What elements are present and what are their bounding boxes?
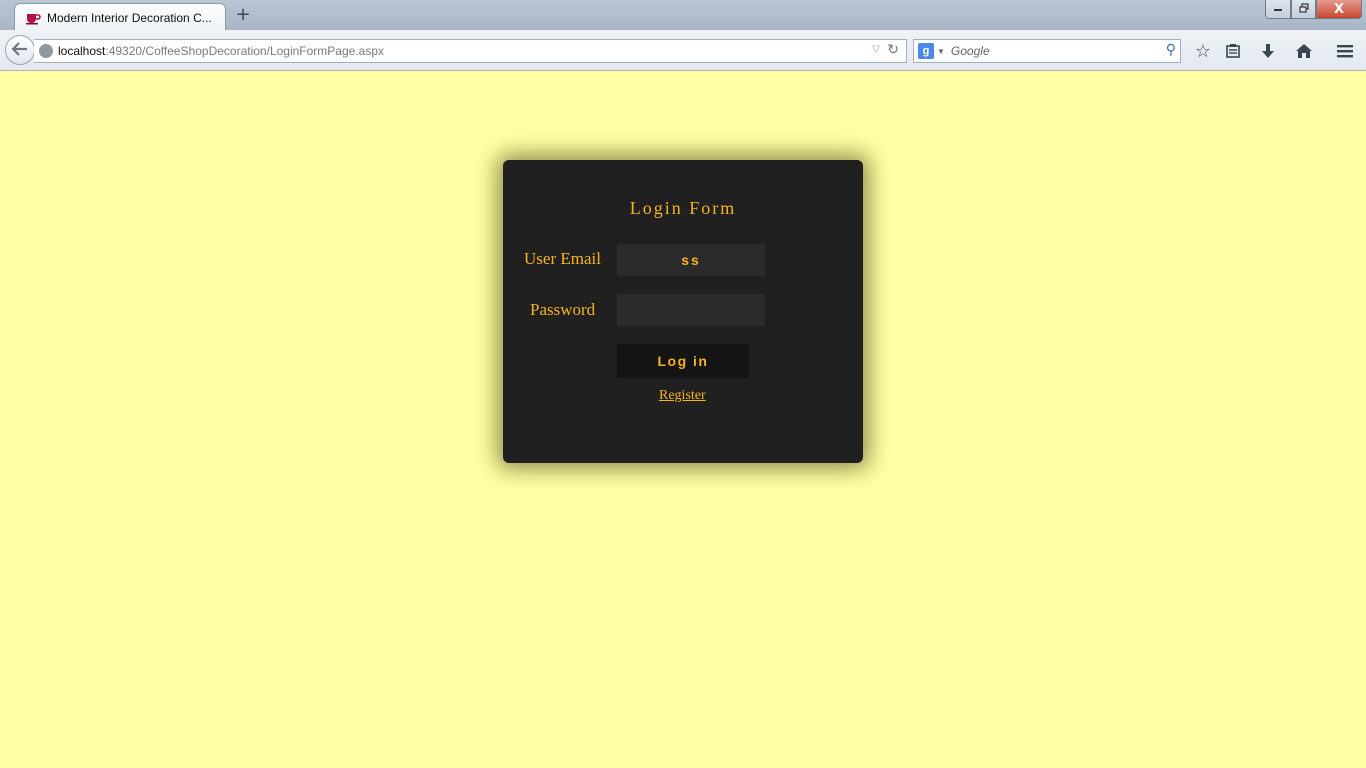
search-placeholder: Google bbox=[950, 44, 990, 58]
home-icon[interactable] bbox=[1291, 38, 1317, 64]
close-button[interactable]: X bbox=[1316, 0, 1362, 19]
downloads-icon[interactable] bbox=[1255, 38, 1281, 64]
reading-list-icon[interactable] bbox=[1220, 38, 1246, 64]
address-bar[interactable]: localhost:49320/CoffeeShopDecoration/Log… bbox=[34, 39, 907, 63]
restore-button[interactable] bbox=[1291, 0, 1316, 19]
window-controls: X bbox=[1265, 0, 1362, 19]
restore-icon bbox=[1298, 2, 1309, 16]
minimize-button[interactable] bbox=[1265, 0, 1291, 19]
minimize-icon bbox=[1273, 3, 1283, 15]
user-email-label: User Email bbox=[524, 249, 601, 268]
google-engine-icon[interactable]: g bbox=[918, 43, 934, 59]
user-email-input[interactable] bbox=[617, 244, 765, 276]
url-text: localhost:49320/CoffeeShopDecoration/Log… bbox=[58, 44, 384, 58]
register-link[interactable]: Register bbox=[659, 388, 706, 404]
engine-dropdown-icon[interactable]: ▼ bbox=[937, 47, 945, 56]
search-magnifier-icon[interactable]: ⚲ bbox=[1166, 42, 1176, 58]
login-form-card: Login Form User Email Password Log in Re… bbox=[503, 160, 863, 463]
back-button[interactable] bbox=[5, 35, 35, 65]
bookmark-star-icon[interactable]: ☆ bbox=[1190, 38, 1216, 64]
login-button[interactable]: Log in bbox=[617, 344, 749, 378]
url-path: :49320/CoffeeShopDecoration/LoginFormPag… bbox=[105, 44, 385, 58]
new-tab-button[interactable]: + bbox=[234, 6, 252, 24]
url-host: localhost bbox=[58, 44, 106, 58]
coffee-cup-icon bbox=[25, 10, 41, 26]
reload-icon[interactable]: ↻ bbox=[887, 42, 899, 58]
menu-icon[interactable] bbox=[1332, 38, 1358, 64]
password-label: Password bbox=[530, 300, 596, 319]
back-arrow-icon bbox=[11, 41, 28, 60]
window-titlebar: Modern Interior Decoration C... + X bbox=[0, 0, 1366, 31]
browser-tab[interactable]: Modern Interior Decoration C... bbox=[14, 3, 226, 31]
search-bar[interactable]: g ▼ Google ⚲ bbox=[913, 39, 1181, 63]
tab-title: Modern Interior Decoration C... bbox=[47, 10, 212, 25]
globe-icon bbox=[39, 44, 53, 58]
password-input[interactable] bbox=[617, 294, 765, 326]
url-dropdown-icon[interactable]: ▽ bbox=[872, 44, 880, 55]
navigation-toolbar: localhost:49320/CoffeeShopDecoration/Log… bbox=[0, 30, 1366, 71]
login-form-title: Login Form bbox=[629, 198, 737, 218]
